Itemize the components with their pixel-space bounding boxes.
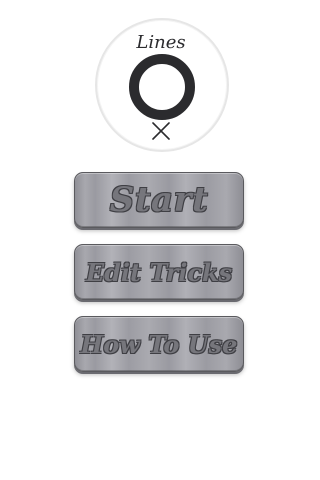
logo-wordmark: Lines <box>135 32 185 53</box>
how-to-use-button[interactable]: How To Use <box>74 316 244 372</box>
start-button[interactable]: Start <box>74 172 244 228</box>
how-to-use-button-label: How To Use <box>80 329 238 359</box>
edit-tricks-button[interactable]: Edit Tricks <box>74 244 244 300</box>
ring-icon <box>129 54 195 120</box>
start-button-label: Start <box>109 180 209 220</box>
edit-tricks-button-label: Edit Tricks <box>85 257 233 287</box>
logo-graphic: Lines <box>129 32 195 140</box>
x-icon <box>152 122 170 140</box>
app-logo: Lines <box>95 18 229 152</box>
